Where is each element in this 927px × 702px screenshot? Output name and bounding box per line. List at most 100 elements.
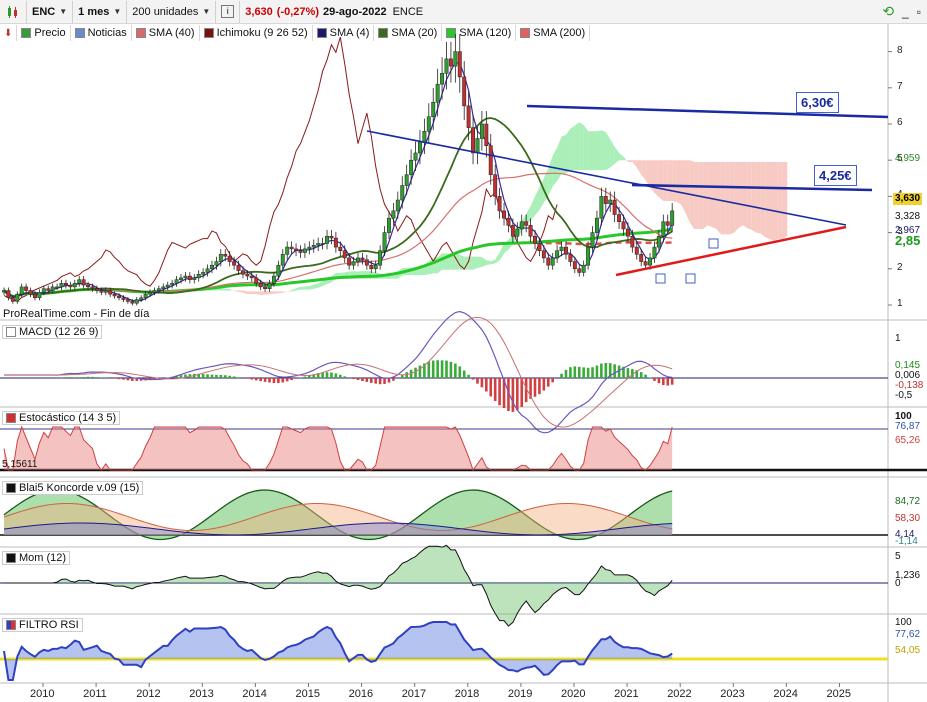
price-tick-label: 6 [897, 117, 903, 128]
axis-value-label: 65,26 [895, 435, 921, 446]
candle-body [10, 297, 15, 302]
axis-value-label: 100 [895, 617, 912, 628]
macd-histogram-bar [431, 360, 435, 378]
ichimoku-cloud-segment [304, 285, 310, 290]
macd-histogram-bar [201, 374, 205, 378]
macd-histogram-bar [64, 377, 68, 378]
candle-body [46, 288, 51, 291]
ichimoku-cloud-segment [773, 162, 779, 241]
candle-body [404, 174, 409, 186]
candle-body [519, 221, 524, 230]
macd-histogram-bar [374, 378, 377, 384]
candle-body [72, 283, 77, 288]
candle-body [364, 259, 369, 266]
ichimoku-cloud-segment [481, 257, 487, 267]
candle-body [161, 286, 166, 289]
ichimoku-cloud-segment [747, 162, 752, 230]
x-tick-label: 2017 [401, 688, 427, 700]
macd-histogram-bar [427, 361, 431, 378]
candle-body [294, 248, 299, 251]
x-tick-label: 2019 [507, 688, 533, 700]
candle-body [524, 221, 529, 226]
macd-histogram-bar [564, 369, 568, 378]
macd-histogram-bar [400, 374, 404, 378]
macd-histogram-bar [82, 377, 85, 378]
resistance-high-label: 6,30€ [796, 92, 839, 113]
ichimoku-cloud-segment [260, 291, 266, 296]
ichimoku-cloud-segment [769, 162, 774, 241]
candle-body [302, 248, 307, 253]
candle-body [453, 51, 458, 67]
candle-body [479, 123, 484, 139]
candle-body [214, 261, 219, 266]
candle-body [603, 196, 608, 204]
ichimoku-cloud-segment [619, 152, 624, 161]
ichimoku-cloud-segment [490, 259, 496, 265]
candle-body [559, 246, 564, 251]
macd-histogram-bar [69, 377, 72, 378]
koncorde-swatch [6, 483, 16, 493]
candle-body [466, 105, 471, 128]
candle-body [475, 138, 480, 154]
ichimoku-cloud-segment [557, 136, 562, 182]
stoch-label: Estocástico (14 3 5) [19, 412, 117, 424]
ichimoku-cloud-segment [278, 291, 283, 294]
candle-body [670, 210, 675, 226]
macd-histogram-bar [493, 378, 497, 402]
macd-histogram-bar [232, 376, 236, 378]
candle-body [263, 286, 268, 289]
candle-body [510, 225, 515, 237]
macd-histogram-bar [268, 378, 271, 383]
candle-body [630, 235, 635, 248]
candle-body [289, 246, 294, 250]
candle-body [418, 141, 422, 154]
candle-body [581, 264, 586, 273]
candle-body [608, 199, 613, 204]
macd-histogram-bar [113, 378, 116, 379]
candle-body [621, 221, 626, 230]
candle-body [249, 275, 254, 279]
macd-histogram-bar [325, 372, 329, 378]
rsi-swatch [6, 620, 16, 630]
stoch-panel-label[interactable]: Estocástico (14 3 5) [2, 411, 121, 425]
candle-body [382, 232, 387, 251]
candle-body [90, 286, 95, 289]
x-tick-label: 2018 [454, 688, 480, 700]
axis-value-label: 84,72 [895, 496, 921, 507]
candle-body [555, 250, 560, 259]
candle-body [316, 243, 321, 246]
mom-swatch [6, 553, 16, 563]
macd-histogram-bar [604, 362, 608, 378]
candle-body [471, 127, 476, 154]
candle-body [612, 199, 617, 215]
macd-panel-label[interactable]: MACD (12 26 9) [2, 325, 103, 339]
macd-histogram-bar [551, 378, 554, 383]
candle-body [338, 246, 343, 251]
ichimoku-cloud-segment [734, 162, 739, 233]
ichimoku-cloud-segment [742, 162, 748, 229]
price-tick-label: 1 [897, 298, 903, 309]
rsi-panel-label[interactable]: FILTRO RSI [2, 618, 83, 632]
ichimoku-cloud-segment [579, 122, 584, 171]
ichimoku-cloud-segment [729, 162, 735, 235]
ichimoku-cloud-segment [756, 162, 761, 234]
sma-120-line [3, 227, 673, 299]
candle-body [196, 273, 201, 279]
candle-body [77, 279, 82, 284]
ichimoku-cloud-segment [313, 283, 319, 289]
macd-histogram-bar [100, 377, 103, 378]
candle-body [258, 283, 263, 288]
koncorde-panel-label[interactable]: Blai5 Koncorde v.09 (15) [2, 481, 144, 495]
rsi-label: FILTRO RSI [19, 619, 79, 631]
mom-panel-label[interactable]: Mom (12) [2, 551, 71, 565]
chart-canvas[interactable] [0, 0, 927, 702]
candle-body [267, 283, 272, 289]
candle-body [64, 283, 68, 286]
axis-value-label: -1,14 [895, 536, 918, 547]
candle-body [568, 254, 573, 262]
macd-histogram-bar [458, 366, 462, 378]
ichimoku-cloud-segment [296, 286, 301, 291]
ichimoku-cloud-segment [123, 294, 128, 296]
ichimoku-cloud-segment [473, 256, 478, 270]
candle-body [28, 290, 33, 295]
